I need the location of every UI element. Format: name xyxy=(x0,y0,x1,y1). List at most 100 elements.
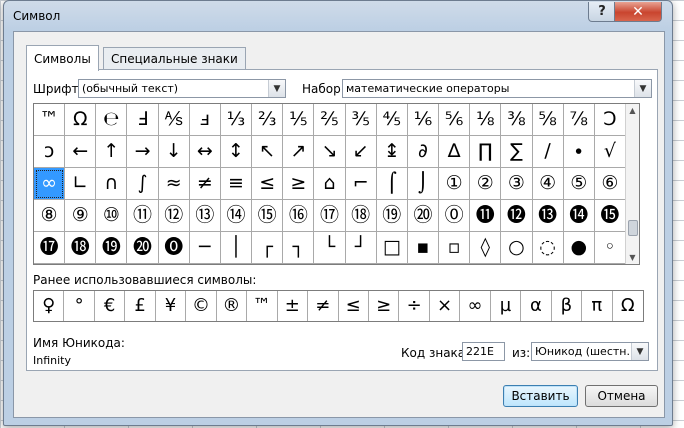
tab-special-characters[interactable]: Специальные знаки xyxy=(103,47,246,70)
recent-symbol-cell[interactable]: β xyxy=(552,291,583,321)
symbol-cell[interactable]: ⅚ xyxy=(439,104,471,136)
from-select[interactable]: Юникод (шестн.) ▼ xyxy=(531,342,649,361)
scrollbar-thumb[interactable] xyxy=(628,220,638,236)
symbol-cell[interactable]: ┌ xyxy=(252,232,284,264)
symbol-cell[interactable]: ⑨ xyxy=(65,200,97,232)
symbol-cell[interactable]: ∏ xyxy=(470,136,502,168)
symbol-cell[interactable]: ⅛ xyxy=(470,104,502,136)
symbol-cell[interactable]: ⅞ xyxy=(563,104,595,136)
symbol-cell[interactable]: → xyxy=(127,136,159,168)
recent-symbol-cell[interactable]: ® xyxy=(217,291,248,321)
symbol-cell[interactable]: ⓿ xyxy=(158,232,190,264)
recent-symbol-cell[interactable]: £ xyxy=(125,291,156,321)
symbol-cell[interactable]: ① xyxy=(439,168,471,200)
symbol-cell[interactable]: ™ xyxy=(34,104,66,136)
symbol-cell[interactable]: ⌠ xyxy=(376,168,408,200)
symbol-cell[interactable]: ⅙ xyxy=(407,104,440,136)
recent-symbol-cell[interactable]: ÷ xyxy=(399,291,430,321)
symbol-cell[interactable]: ↑ xyxy=(96,136,128,168)
symbol-cell[interactable]: ∞ xyxy=(34,168,66,200)
symbol-cell[interactable]: ⅘ xyxy=(376,104,408,136)
symbol-cell[interactable]: ◊ xyxy=(470,232,502,264)
symbol-cell[interactable]: ─ xyxy=(189,232,221,264)
symbol-cell[interactable]: ⓪ xyxy=(439,200,471,232)
symbol-cell[interactable]: □ xyxy=(376,232,408,264)
symbol-cell[interactable]: ⌡ xyxy=(407,168,440,200)
symbol-cell[interactable]: ∂ xyxy=(407,136,440,168)
symbol-cell[interactable]: ⓫ xyxy=(470,200,502,232)
subset-select[interactable]: математические операторы ▼ xyxy=(342,79,652,98)
recent-symbol-cell[interactable]: ∞ xyxy=(460,291,491,321)
symbol-cell[interactable]: ∕ xyxy=(532,136,564,168)
symbol-cell[interactable]: ⑫ xyxy=(158,200,190,232)
symbol-cell[interactable]: ∙ xyxy=(563,136,595,168)
scroll-up-icon[interactable]: ▲ xyxy=(626,104,639,117)
close-button[interactable]: ✕ xyxy=(614,2,662,22)
symbol-cell[interactable]: ⅕ xyxy=(283,104,315,136)
symbol-cell[interactable]: ≈ xyxy=(158,168,190,200)
symbol-cell[interactable]: ∑ xyxy=(501,136,533,168)
symbol-cell[interactable]: ▪ xyxy=(407,232,440,264)
recent-symbol-cell[interactable]: © xyxy=(186,291,217,321)
symbol-cell[interactable]: ⌂ xyxy=(314,168,346,200)
symbol-cell[interactable]: ⓱ xyxy=(34,232,66,264)
symbol-cell[interactable]: └ xyxy=(314,232,346,264)
symbol-cell[interactable]: ↘ xyxy=(314,136,346,168)
symbol-cell[interactable]: ⑮ xyxy=(252,200,284,232)
symbol-cell[interactable]: ◦ xyxy=(594,232,626,264)
symbol-cell[interactable]: ↔ xyxy=(189,136,221,168)
symbol-cell[interactable]: ∩ xyxy=(96,168,128,200)
recent-symbol-cell[interactable]: € xyxy=(95,291,126,321)
symbol-cell[interactable]: ↙ xyxy=(345,136,377,168)
symbol-cell[interactable]: Ω xyxy=(65,104,97,136)
font-select[interactable]: (обычный текст) ▼ xyxy=(78,79,286,98)
symbol-cell[interactable]: ← xyxy=(65,136,97,168)
recent-symbol-cell[interactable]: ≠ xyxy=(308,291,339,321)
symbol-cell[interactable]: ℮ xyxy=(96,104,128,136)
symbol-cell[interactable]: ≤ xyxy=(252,168,284,200)
symbol-cell[interactable]: ⅜ xyxy=(501,104,533,136)
chevron-down-icon[interactable]: ▼ xyxy=(631,343,648,360)
symbol-cell[interactable]: ↨ xyxy=(376,136,408,168)
symbol-cell[interactable]: ⓴ xyxy=(127,232,159,264)
symbol-cell[interactable]: Ↄ xyxy=(594,104,626,136)
symbol-cell[interactable]: ≡ xyxy=(220,168,253,200)
symbol-cell[interactable]: ⑱ xyxy=(345,200,377,232)
symbol-cell[interactable]: ⑰ xyxy=(314,200,346,232)
symbol-cell[interactable]: ⑲ xyxy=(376,200,408,232)
recent-symbol-cell[interactable]: Ω xyxy=(613,291,643,321)
recent-symbol-cell[interactable]: × xyxy=(430,291,461,321)
symbol-grid-scrollbar[interactable]: ▲ ▼ xyxy=(625,104,639,264)
symbol-cell[interactable]: ∟ xyxy=(65,168,97,200)
symbol-cell[interactable]: ↓ xyxy=(158,136,190,168)
symbol-cell[interactable]: ⌐ xyxy=(345,168,377,200)
symbol-cell[interactable]: ③ xyxy=(501,168,533,200)
symbol-cell[interactable]: ⑳ xyxy=(407,200,440,232)
symbol-cell[interactable]: ⑥ xyxy=(594,168,626,200)
symbol-cell[interactable]: ⅗ xyxy=(345,104,377,136)
char-code-input[interactable]: 221E xyxy=(462,342,505,361)
symbol-cell[interactable]: ⅖ xyxy=(314,104,346,136)
symbol-cell[interactable]: ↄ xyxy=(34,136,66,168)
symbol-cell[interactable]: ┐ xyxy=(283,232,315,264)
recent-symbol-cell[interactable]: ≤ xyxy=(339,291,369,321)
symbol-cell[interactable]: ⓳ xyxy=(96,232,128,264)
symbol-cell[interactable]: ≥ xyxy=(283,168,315,200)
symbol-cell[interactable]: │ xyxy=(220,232,253,264)
tab-symbols[interactable]: Символы xyxy=(26,45,99,71)
chevron-down-icon[interactable]: ▼ xyxy=(634,80,651,97)
symbol-cell[interactable]: ↗ xyxy=(283,136,315,168)
symbol-cell[interactable]: ② xyxy=(470,168,502,200)
symbol-cell[interactable]: ∆ xyxy=(439,136,471,168)
recent-symbol-cell[interactable]: ± xyxy=(278,291,309,321)
symbol-cell[interactable]: ⅔ xyxy=(252,104,284,136)
symbol-cell[interactable]: ▫ xyxy=(439,232,471,264)
recent-symbol-cell[interactable]: α xyxy=(521,291,552,321)
symbol-cell[interactable]: ⑬ xyxy=(189,200,221,232)
symbol-cell[interactable]: ↖ xyxy=(252,136,284,168)
symbol-cell[interactable]: ⅝ xyxy=(532,104,564,136)
recent-symbol-cell[interactable]: ♀ xyxy=(34,291,65,321)
symbol-cell[interactable]: ⓭ xyxy=(532,200,564,232)
symbol-cell[interactable]: ⑤ xyxy=(563,168,595,200)
cancel-button[interactable]: Отмена xyxy=(585,385,658,407)
